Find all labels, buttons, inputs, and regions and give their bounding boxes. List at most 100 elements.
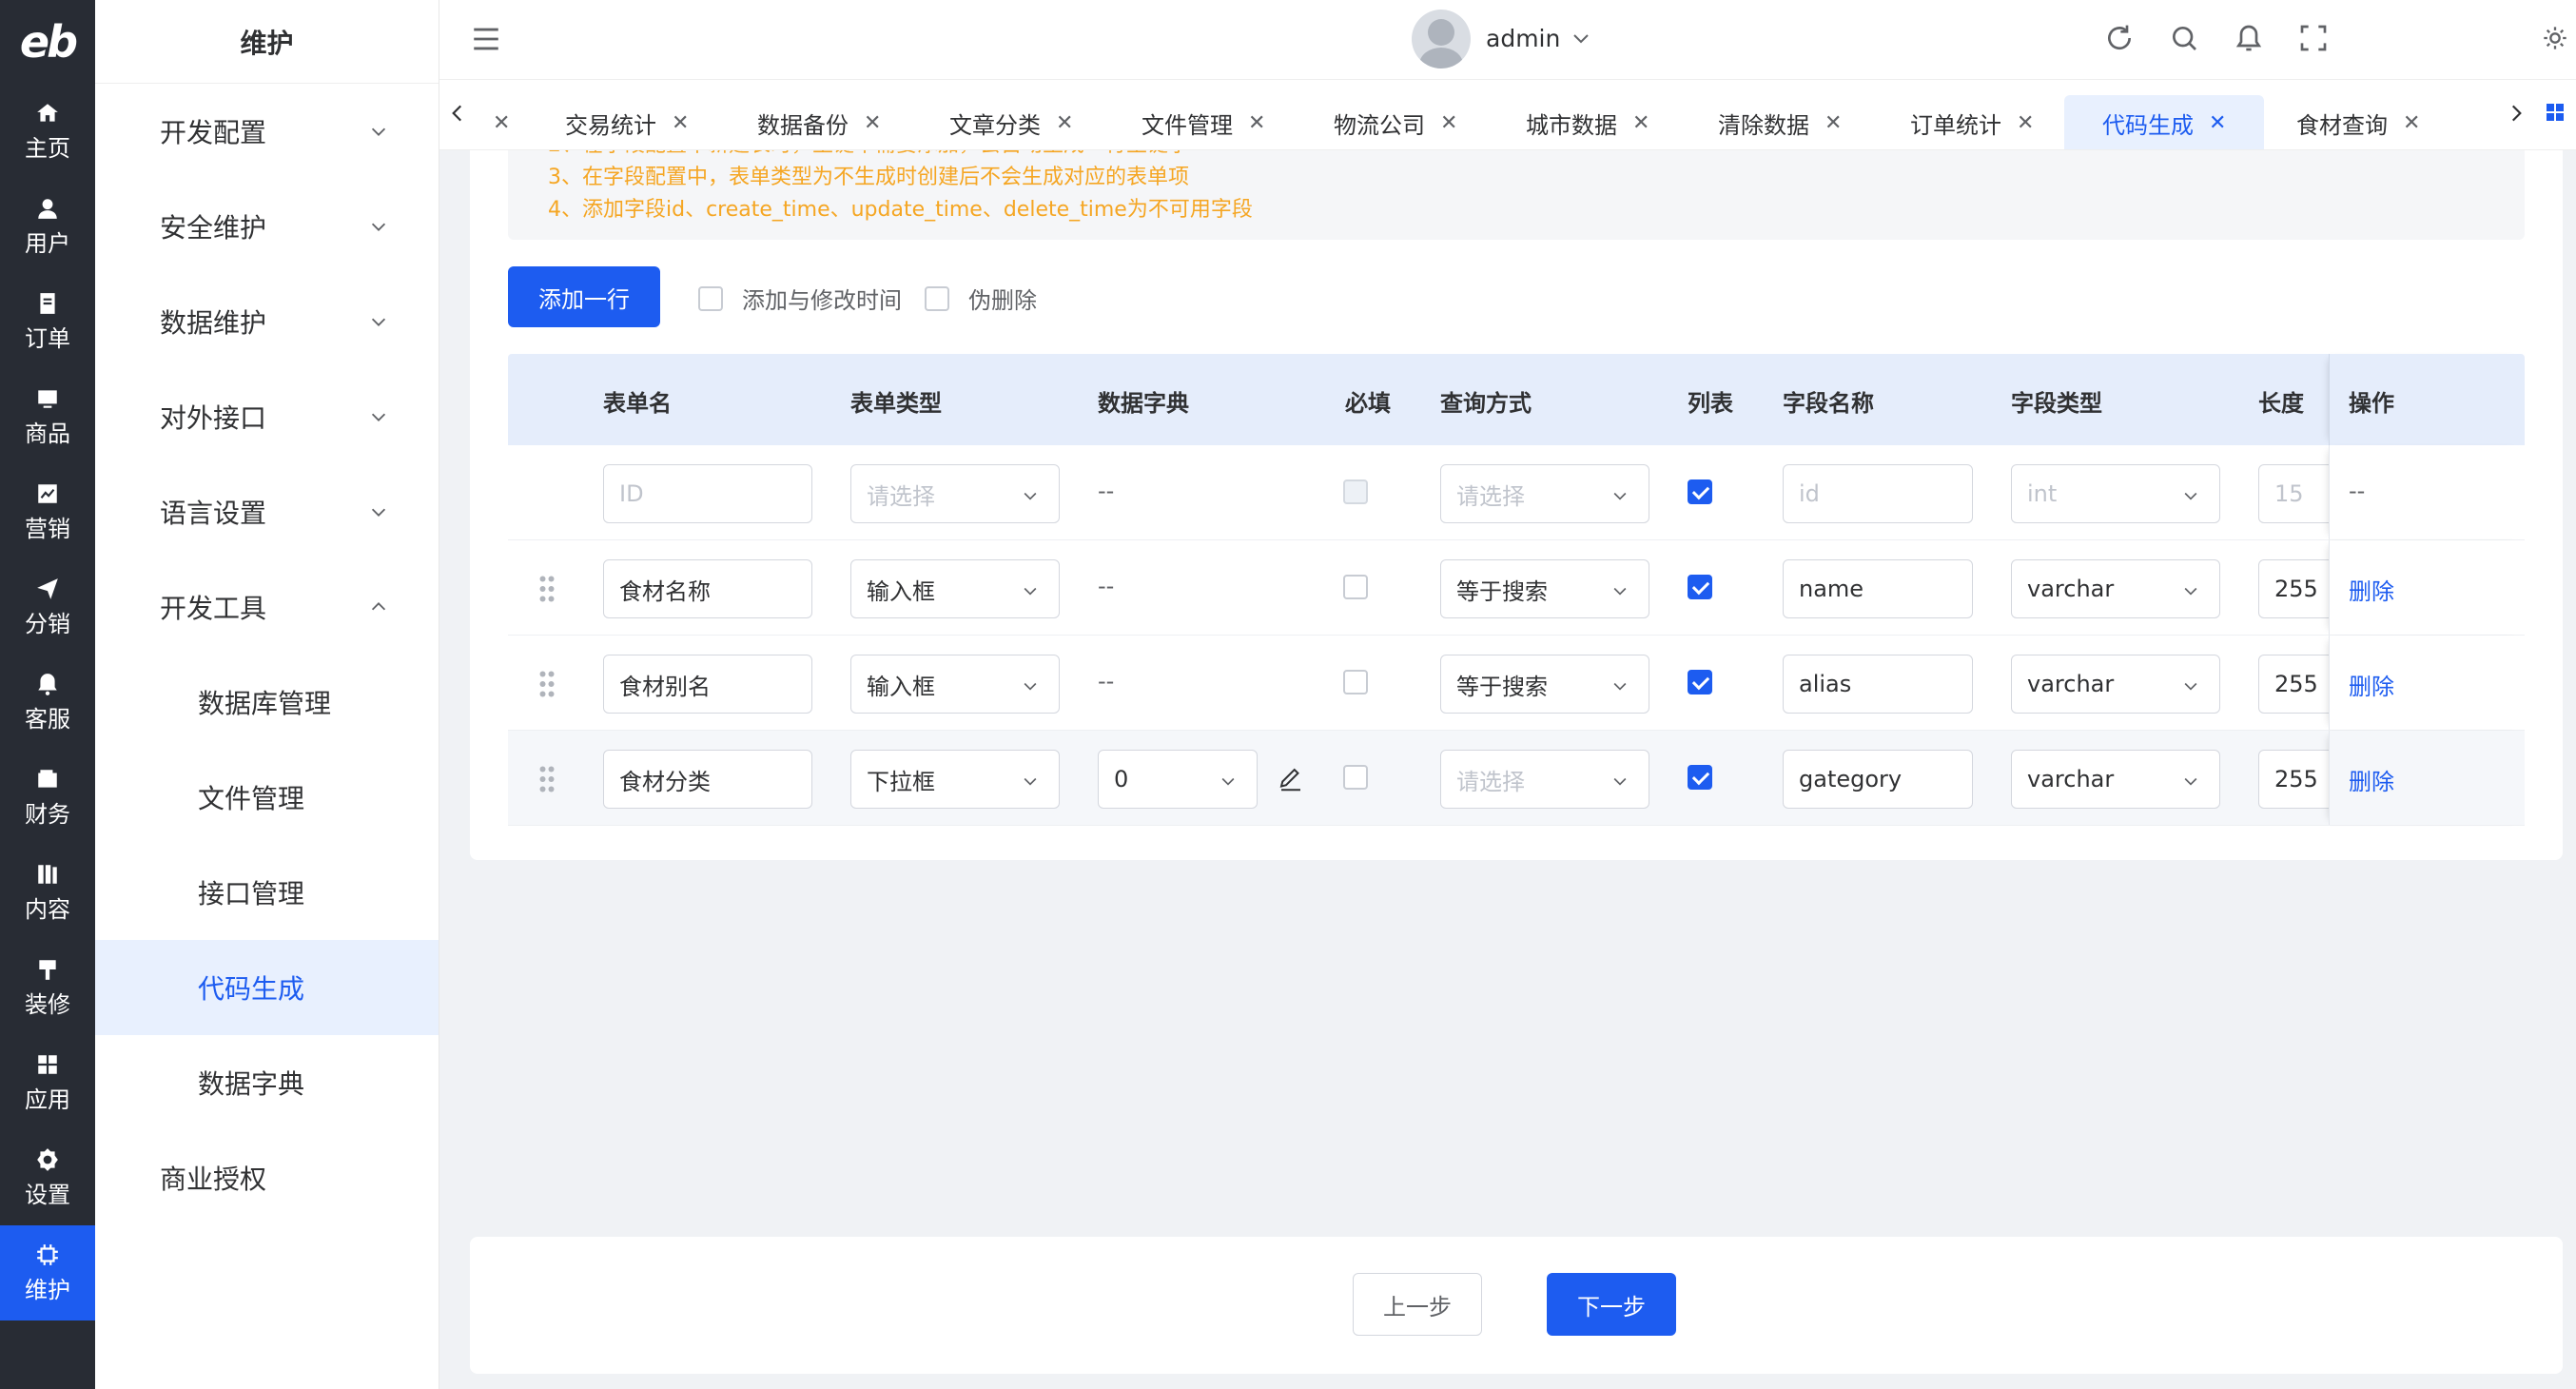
drag-handle-icon[interactable] [538, 765, 556, 793]
list-checkbox[interactable] [1688, 670, 1712, 694]
query-select[interactable]: 等于搜索 [1440, 655, 1649, 714]
form-type-select[interactable]: 下拉框 [850, 750, 1060, 809]
query-select[interactable]: 请选择 [1440, 750, 1649, 809]
query-select[interactable]: 等于搜索 [1440, 559, 1649, 618]
tab-article-category[interactable]: 文章分类 ✕ [911, 95, 1092, 149]
delete-link[interactable]: 删除 [2349, 573, 2394, 606]
field-name-input[interactable]: alias [1783, 655, 1973, 714]
field-type-select[interactable]: varchar [2011, 655, 2220, 714]
field-name-input[interactable]: id [1783, 464, 1973, 523]
query-select[interactable]: 请选择 [1440, 464, 1649, 523]
form-name-input[interactable]: 食材分类 [603, 750, 812, 809]
tab-logistics[interactable]: 物流公司 ✕ [1296, 95, 1476, 149]
fullscreen-icon[interactable] [2298, 23, 2329, 53]
close-icon[interactable]: ✕ [1056, 111, 1073, 135]
chevron-down-icon[interactable] [1570, 27, 1592, 49]
field-type-select[interactable]: int [2011, 464, 2220, 523]
sidebar-item-dev-config[interactable]: 开发配置 [95, 84, 439, 179]
next-step-button[interactable]: 下一步 [1547, 1273, 1676, 1336]
menu-toggle-icon[interactable] [470, 23, 502, 55]
list-checkbox[interactable] [1688, 765, 1712, 790]
close-icon[interactable]: ✕ [1248, 111, 1265, 135]
sidebar-item-language[interactable]: 语言设置 [95, 464, 439, 559]
rail-item-settings[interactable]: 设置 [0, 1130, 95, 1225]
rail-item-home[interactable]: 主页 [0, 84, 95, 179]
chevron-right-icon[interactable] [2504, 101, 2528, 126]
tab-backup[interactable]: 数据备份 ✕ [719, 95, 900, 149]
close-icon[interactable]: ✕ [2017, 111, 2034, 135]
form-type-select[interactable]: 请选择 [850, 464, 1060, 523]
gear-icon[interactable] [2542, 25, 2568, 51]
sidebar-item-license[interactable]: 商业授权 [95, 1130, 439, 1225]
tab-file-manage[interactable]: 文件管理 ✕ [1103, 95, 1284, 149]
sidebar-item-api-manage[interactable]: 接口管理 [95, 845, 439, 940]
delete-link[interactable]: 删除 [2349, 668, 2394, 701]
sidebar-item-dev-tools[interactable]: 开发工具 [95, 559, 439, 655]
close-icon[interactable]: ✕ [1440, 111, 1457, 135]
sidebar-item-file-manage[interactable]: 文件管理 [95, 750, 439, 845]
sidebar-item-dictionary[interactable]: 数据字典 [95, 1035, 439, 1130]
soft-delete-checkbox[interactable] [925, 285, 949, 311]
rail-item-finance[interactable]: 财务 [0, 750, 95, 845]
rail-item-apps[interactable]: 应用 [0, 1035, 95, 1130]
grid-icon[interactable] [2544, 101, 2566, 124]
sidebar-item-external-api[interactable]: 对外接口 [95, 369, 439, 464]
sidebar-item-security[interactable]: 安全维护 [95, 179, 439, 274]
close-icon[interactable]: ✕ [493, 111, 510, 135]
soft-delete-option[interactable]: 伪删除 [925, 282, 1037, 315]
add-row-button[interactable]: 添加一行 [508, 266, 660, 327]
form-name-input[interactable]: 食材别名 [603, 655, 812, 714]
drag-handle-icon[interactable] [538, 670, 556, 698]
tab-food-query[interactable]: 食材查询 ✕ [2258, 95, 2439, 149]
close-icon[interactable]: ✕ [1632, 111, 1649, 135]
sidebar-item-code-gen[interactable]: 代码生成 [95, 940, 439, 1035]
form-name-input[interactable]: 食材名称 [603, 559, 812, 618]
tab-city-data[interactable]: 城市数据 ✕ [1488, 95, 1669, 149]
rail-item-product[interactable]: 商品 [0, 369, 95, 464]
close-icon[interactable]: ✕ [2403, 111, 2420, 135]
bell-icon[interactable] [2234, 23, 2264, 53]
sidebar-item-data-maintenance[interactable]: 数据维护 [95, 274, 439, 369]
field-type-select[interactable]: varchar [2011, 559, 2220, 618]
tab-trade-stats[interactable]: 交易统计 ✕ [527, 95, 708, 149]
avatar[interactable] [1412, 10, 1471, 68]
rail-item-marketing[interactable]: 营销 [0, 464, 95, 559]
field-type-select[interactable]: varchar [2011, 750, 2220, 809]
rail-item-order[interactable]: 订单 [0, 274, 95, 369]
form-type-select[interactable]: 输入框 [850, 655, 1060, 714]
tab-code-gen[interactable]: 代码生成 ✕ [2064, 95, 2264, 149]
field-name-input[interactable]: gategory [1783, 750, 1973, 809]
dictionary-select[interactable]: 0 [1098, 750, 1258, 809]
sidebar-item-db-manage[interactable]: 数据库管理 [95, 655, 439, 750]
field-name-input[interactable]: name [1783, 559, 1973, 618]
form-type-select[interactable]: 输入框 [850, 559, 1060, 618]
close-icon[interactable]: ✕ [864, 111, 881, 135]
rail-item-service[interactable]: 客服 [0, 655, 95, 750]
brand-logo[interactable]: eb [0, 0, 95, 84]
rail-item-maintenance[interactable]: 维护 [0, 1225, 95, 1321]
timestamps-checkbox[interactable] [698, 285, 723, 311]
refresh-icon[interactable] [2104, 23, 2135, 53]
tab-order-stats[interactable]: 订单统计 ✕ [1872, 95, 2053, 149]
list-checkbox[interactable] [1688, 479, 1712, 504]
rail-item-content[interactable]: 内容 [0, 845, 95, 940]
timestamps-option[interactable]: 添加与修改时间 [698, 282, 902, 315]
delete-link[interactable]: 删除 [2349, 763, 2394, 796]
rail-item-user[interactable]: 用户 [0, 179, 95, 274]
tab-clear-data[interactable]: 清除数据 ✕ [1680, 95, 1861, 149]
edit-icon[interactable] [1277, 765, 1305, 793]
close-icon[interactable]: ✕ [672, 111, 689, 135]
close-icon[interactable]: ✕ [2209, 111, 2226, 135]
drag-handle-icon[interactable] [538, 575, 556, 603]
tab-close-prev[interactable]: ✕ [439, 95, 510, 149]
rail-item-distribution[interactable]: 分销 [0, 559, 95, 655]
required-checkbox[interactable] [1343, 765, 1368, 790]
search-icon[interactable] [2169, 23, 2199, 53]
username[interactable]: admin [1486, 25, 1560, 52]
close-icon[interactable]: ✕ [1825, 111, 1842, 135]
rail-item-decorate[interactable]: 装修 [0, 940, 95, 1035]
form-name-input[interactable]: ID [603, 464, 812, 523]
prev-step-button[interactable]: 上一步 [1353, 1273, 1482, 1336]
required-checkbox[interactable] [1343, 670, 1368, 694]
required-checkbox[interactable] [1343, 575, 1368, 599]
